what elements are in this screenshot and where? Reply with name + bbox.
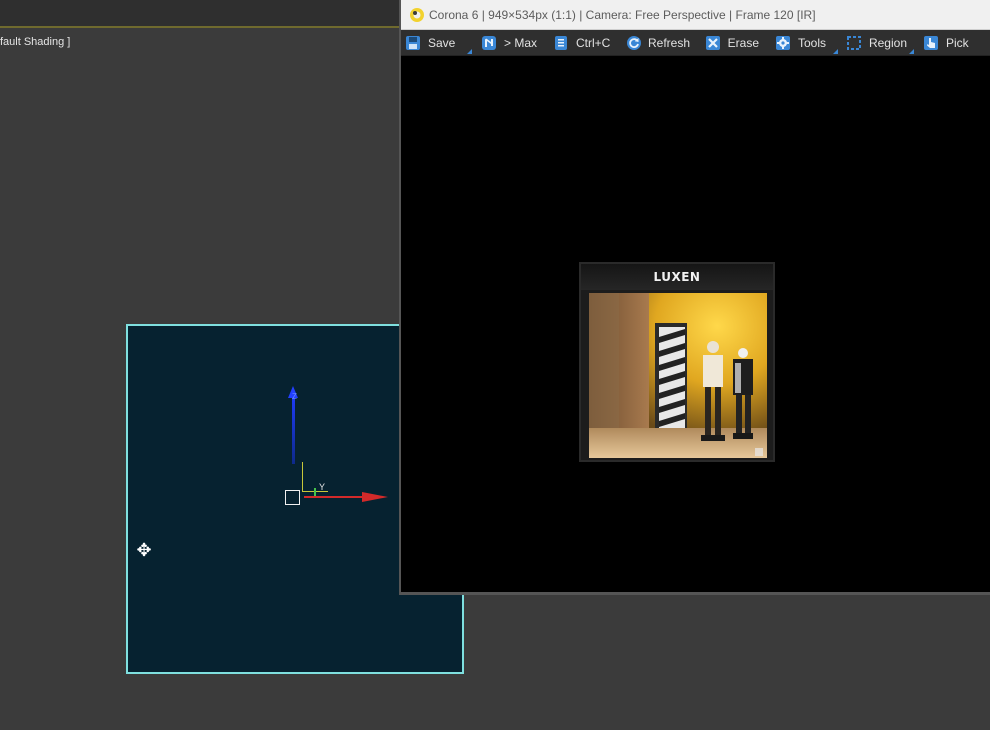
copy-label: Ctrl+C	[576, 35, 611, 50]
copy-button[interactable]: Ctrl+C	[549, 31, 619, 55]
gizmo-z-axis[interactable]	[292, 392, 295, 464]
pick-label: Pick	[946, 35, 969, 50]
vfb-titlebar[interactable]: Corona 6 | 949×534px (1:1) | Camera: Fre…	[401, 0, 990, 30]
region-icon	[846, 34, 863, 52]
tools-dropdown-indicator	[833, 48, 838, 54]
lightbox-header: LUXEN	[581, 264, 773, 290]
save-button[interactable]: Save	[401, 31, 473, 55]
refresh-button[interactable]: Refresh	[623, 31, 697, 55]
erase-label: Erase	[727, 35, 759, 50]
gizmo-y-axis[interactable]	[314, 488, 316, 496]
gizmo-pivot-box[interactable]	[285, 490, 300, 505]
save-icon	[404, 34, 422, 52]
tools-button[interactable]: Tools	[771, 31, 839, 55]
gizmo-x-axis[interactable]	[304, 496, 368, 498]
tools-label: Tools	[798, 35, 827, 50]
viewport-top-strip	[0, 0, 400, 28]
move-cursor-icon: ✥	[136, 540, 152, 560]
region-label: Region	[868, 35, 907, 50]
corona-logo-icon	[410, 8, 424, 22]
vfb-title: Corona 6 | 949×534px (1:1) | Camera: Fre…	[429, 8, 816, 22]
corona-vfb-window[interactable]: Corona 6 | 949×534px (1:1) | Camera: Fre…	[399, 0, 990, 595]
striped-panel	[659, 327, 685, 431]
region-button[interactable]: Region	[843, 31, 915, 55]
max-icon	[480, 34, 498, 52]
vfb-toolbar: Save > Max Ctrl+C Refresh Erase Tools Re…	[401, 30, 990, 56]
region-dropdown-indicator	[909, 48, 914, 54]
gear-icon	[774, 34, 792, 52]
erase-icon	[704, 34, 722, 52]
send-to-max-label: > Max	[503, 35, 537, 50]
viewport-shading-label[interactable]: fault Shading ]	[0, 36, 70, 48]
save-dropdown-indicator	[467, 48, 472, 54]
refresh-label: Refresh	[648, 35, 691, 50]
copy-icon	[552, 34, 570, 52]
pick-icon	[922, 34, 940, 52]
pick-button[interactable]: Pick	[919, 31, 979, 55]
erase-button[interactable]: Erase	[701, 31, 767, 55]
vfb-render-canvas[interactable]: LUXEN	[401, 57, 990, 592]
save-button-label: Save	[428, 35, 456, 50]
store-scene-image	[589, 293, 767, 458]
gizmo-y-label: Y	[319, 482, 326, 492]
gizmo-x-arrowhead[interactable]	[362, 492, 388, 502]
lightbox-brand-text: LUXEN	[653, 270, 701, 284]
gizmo-z-label: Z	[292, 392, 297, 401]
rendered-lightbox-frame: LUXEN	[579, 262, 775, 462]
send-to-max-button[interactable]: > Max	[477, 31, 545, 55]
refresh-icon	[626, 34, 642, 52]
rendered-store-scene	[589, 293, 767, 458]
